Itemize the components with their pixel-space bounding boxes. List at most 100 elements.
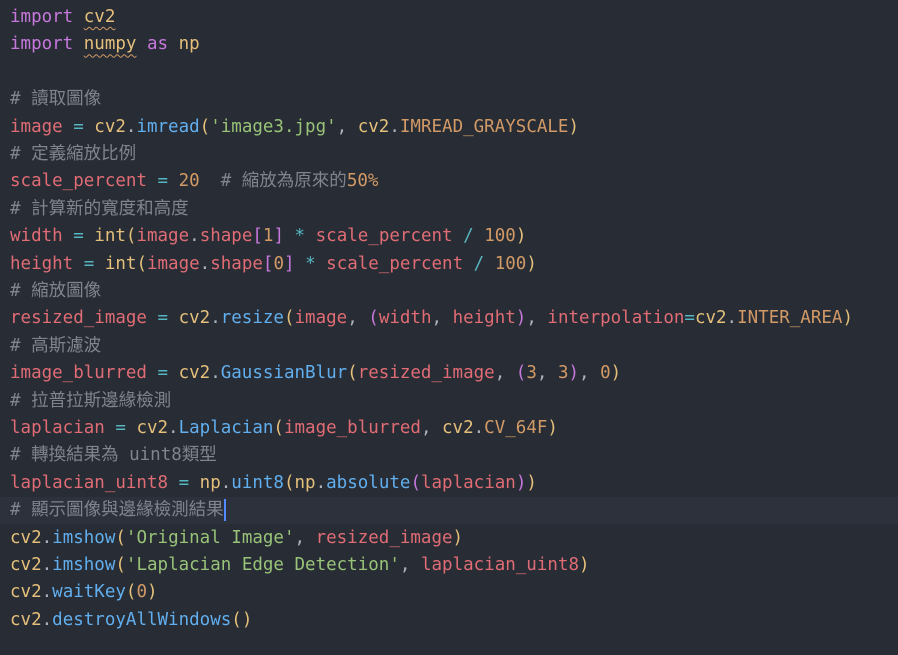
code-token: ]: [284, 253, 295, 274]
code-line[interactable]: laplacian_uint8 = np.uint8(np.absolute(l…: [10, 470, 537, 497]
code-token: .: [41, 527, 53, 548]
code-token: IMREAD_GRAYSCALE: [399, 116, 569, 137]
code-token: ,: [399, 555, 421, 575]
code-token: .: [125, 116, 137, 137]
code-token: ,: [420, 418, 443, 438]
code-token: (: [283, 308, 295, 329]
code-line[interactable]: width = int(image.shape[1] * scale_perce…: [10, 223, 526, 250]
code-token: numpy: [83, 34, 137, 55]
code-token: .: [389, 116, 400, 137]
code-token: cv2: [178, 308, 211, 329]
code-token: cv2: [10, 555, 42, 575]
code-token: CV_64F: [484, 418, 548, 438]
code-line[interactable]: # 拉普拉斯邊緣檢測: [10, 388, 171, 415]
code-editor[interactable]: import cv2 import numpy as np # 讀取圖像 image …: [0, 0, 898, 655]
code-token: laplacian: [420, 472, 516, 493]
code-token: cv2: [94, 116, 126, 137]
code-token: np: [199, 472, 221, 493]
code-token: 0: [273, 253, 284, 274]
code-token: image_blurred: [283, 418, 421, 438]
code-line[interactable]: resized_image = cv2.resize(image, (width…: [10, 305, 853, 332]
code-token: .: [168, 418, 179, 438]
code-token: image: [146, 253, 200, 274]
code-token: destroyAllWindows: [52, 609, 232, 630]
code-token: resize: [220, 308, 284, 329]
code-token: ,: [526, 308, 548, 329]
code-token: .: [189, 226, 200, 247]
code-token: absolute: [326, 472, 411, 493]
code-token: .: [315, 472, 327, 493]
code-token: scale_percent: [315, 226, 453, 247]
code-token: (: [115, 527, 126, 548]
code-line[interactable]: # 定義縮放比例: [10, 141, 136, 168]
code-token: resized_image: [10, 308, 147, 329]
code-line[interactable]: height = int(image.shape[0] * scale_perc…: [10, 251, 537, 278]
code-token: ): [547, 418, 558, 438]
code-token: .: [41, 582, 53, 603]
code-token: .: [220, 472, 232, 493]
code-token: .: [726, 308, 738, 329]
code-token: 'image3.jpg': [210, 116, 337, 137]
code-token: GaussianBlur: [220, 363, 348, 384]
code-token: =: [62, 116, 95, 137]
code-token: ]: [273, 226, 285, 247]
code-token: (): [231, 609, 253, 630]
code-token: *: [284, 226, 316, 247]
code-token: =: [168, 472, 200, 493]
code-token: *: [294, 253, 327, 274]
code-line[interactable]: # 讀取圖像: [10, 86, 101, 113]
code-line[interactable]: laplacian = cv2.Laplacian(image_blurred,…: [10, 415, 558, 442]
code-line[interactable]: # 縮放圖像: [10, 278, 101, 305]
code-token: ): [842, 308, 853, 329]
code-token: ): [526, 253, 537, 274]
code-line[interactable]: cv2.waitKey(0): [10, 579, 158, 606]
code-line[interactable]: cv2.imshow('Laplacian Edge Detection', l…: [10, 552, 590, 579]
code-token: /: [452, 226, 485, 247]
code-token: uint8: [231, 472, 284, 493]
code-comment: # 計算新的寬度和高度: [10, 198, 189, 219]
code-token: [: [252, 226, 263, 247]
code-line[interactable]: import cv2: [10, 4, 115, 31]
code-token: laplacian_uint8: [420, 555, 579, 575]
code-token: ,: [431, 308, 453, 329]
code-token: waitKey: [52, 582, 126, 603]
code-line[interactable]: cv2.destroyAllWindows(): [10, 607, 252, 634]
code-token: cv2: [10, 582, 42, 603]
code-token: imshow: [52, 555, 116, 575]
code-line[interactable]: scale_percent = 20 # 縮放為原來的50%: [10, 168, 378, 195]
code-token: np: [178, 34, 200, 55]
code-token: .: [41, 609, 53, 630]
code-token: 1: [262, 226, 274, 247]
code-token: (: [199, 116, 211, 137]
code-token: np: [294, 472, 316, 493]
code-token: ,: [494, 363, 516, 384]
code-token: cv2: [83, 7, 116, 27]
code-token: interpolation: [547, 308, 685, 329]
code-token: shape: [199, 226, 253, 247]
code-line[interactable]: # 計算新的寬度和高度: [10, 196, 189, 223]
code-token: =: [62, 226, 95, 247]
code-token: (: [283, 472, 295, 493]
code-line[interactable]: cv2.imshow('Original Image', resized_ima…: [10, 525, 463, 552]
code-token: ): [515, 472, 527, 493]
code-token: ): [147, 582, 158, 603]
code-line[interactable]: import numpy as np: [10, 31, 200, 58]
code-token: resized_image: [357, 363, 495, 384]
code-token: 0: [136, 582, 148, 603]
code-line[interactable]: # 顯示圖像與邊緣檢測結果: [0, 497, 898, 525]
code-token: (: [115, 555, 126, 575]
code-token: Laplacian: [178, 418, 274, 438]
code-comment: # 高斯濾波: [10, 335, 102, 356]
code-line[interactable]: # 轉換結果為 uint8類型: [10, 442, 217, 469]
code-line[interactable]: image_blurred = cv2.GaussianBlur(resized…: [10, 360, 621, 387]
code-line[interactable]: # 高斯濾波: [10, 333, 101, 360]
code-token: .: [473, 418, 485, 438]
code-token: width: [10, 226, 63, 247]
code-token: 3: [557, 363, 569, 384]
code-token: scale_percent: [10, 171, 147, 192]
code-token: import: [10, 7, 74, 27]
code-line[interactable]: image = cv2.imread('image3.jpg', cv2.IMR…: [10, 114, 579, 141]
code-token: INTER_AREA: [737, 308, 843, 329]
code-token: image: [136, 226, 190, 247]
code-token: image: [294, 308, 348, 329]
